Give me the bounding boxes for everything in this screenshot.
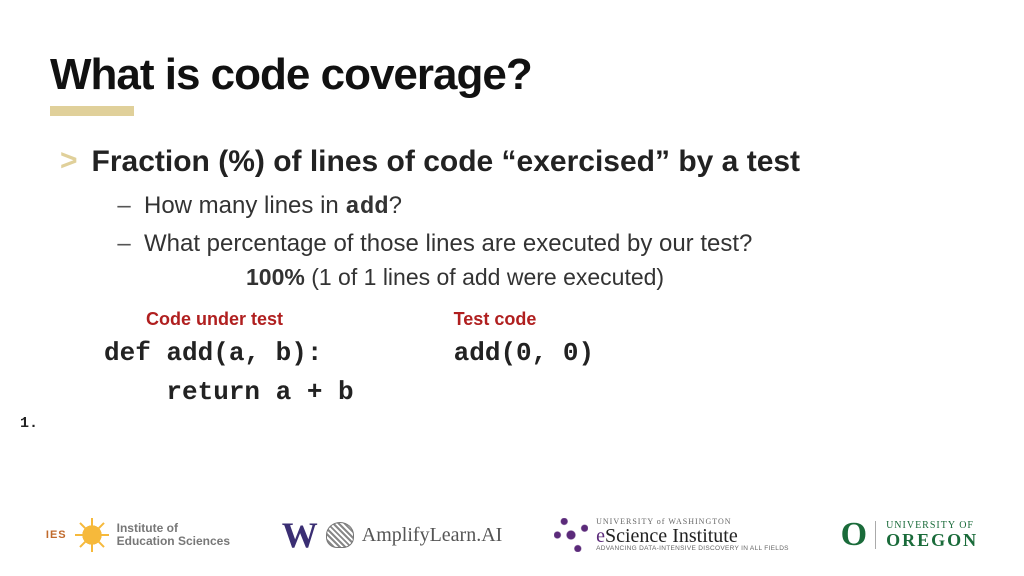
oregon-o-icon: O bbox=[841, 516, 867, 554]
escience-sub: ADVANCING DATA-INTENSIVE DISCOVERY IN AL… bbox=[596, 546, 789, 553]
answer-rest: (1 of 1 lines of add were executed) bbox=[305, 264, 664, 290]
escience-m3: Institute bbox=[672, 525, 738, 547]
ies-abbrev: IES bbox=[46, 529, 67, 541]
slide-content: > Fraction (%) of lines of code “exercis… bbox=[50, 142, 974, 412]
oregon-name: OREGON bbox=[886, 531, 978, 549]
logo-bar: IES Institute of Education Sciences W Am… bbox=[0, 514, 1024, 556]
logo-ies: IES Institute of Education Sciences bbox=[46, 518, 230, 552]
ies-line1: Institute of bbox=[117, 521, 178, 535]
sub1-post: ? bbox=[389, 192, 402, 219]
test-code-block: add(0, 0) bbox=[454, 334, 594, 373]
network-icon bbox=[554, 518, 588, 552]
escience-e: e bbox=[596, 525, 605, 547]
logo-escience: UNIVERSITY of WASHINGTON eScience Instit… bbox=[554, 518, 789, 553]
code-under-test-label: Code under test bbox=[146, 309, 354, 330]
sub-bullet-2: – What percentage of those lines are exe… bbox=[116, 226, 974, 262]
amplify-text: AmplifyLearn.AI bbox=[362, 524, 503, 547]
bullet-text: Fraction (%) of lines of code “exercised… bbox=[92, 142, 801, 181]
sub1-pre: How many lines in bbox=[144, 192, 345, 219]
sun-icon bbox=[75, 518, 109, 552]
uw-w-icon: W bbox=[282, 514, 318, 556]
sub1-code: add bbox=[345, 194, 388, 221]
brain-icon bbox=[326, 522, 354, 548]
code-under-test-col: Code under test def add(a, b): return a … bbox=[104, 309, 354, 412]
line-number: 1. bbox=[20, 415, 38, 432]
ies-line2: Education Sciences bbox=[117, 534, 230, 548]
logo-uw-amplify: W AmplifyLearn.AI bbox=[282, 514, 503, 556]
logo-oregon: O UNIVERSITY OF OREGON bbox=[841, 516, 978, 554]
dash-icon: – bbox=[116, 188, 132, 224]
escience-m2: Science bbox=[605, 525, 672, 547]
slide-title: What is code coverage? bbox=[50, 50, 974, 100]
answer-line: 100% (1 of 1 lines of add were executed) bbox=[246, 264, 974, 291]
bullet-main: > Fraction (%) of lines of code “exercis… bbox=[60, 142, 974, 182]
code-under-test-block: def add(a, b): return a + b bbox=[104, 334, 354, 412]
test-code-col: Test code add(0, 0) bbox=[454, 309, 594, 412]
sub2-text: What percentage of those lines are execu… bbox=[144, 226, 752, 262]
answer-pct: 100% bbox=[246, 264, 305, 290]
dash-icon: – bbox=[116, 226, 132, 262]
title-underline bbox=[50, 106, 134, 116]
bullet-marker-icon: > bbox=[60, 140, 78, 182]
test-code-label: Test code bbox=[454, 309, 594, 330]
sub-bullet-1: – How many lines in add? bbox=[116, 188, 974, 226]
